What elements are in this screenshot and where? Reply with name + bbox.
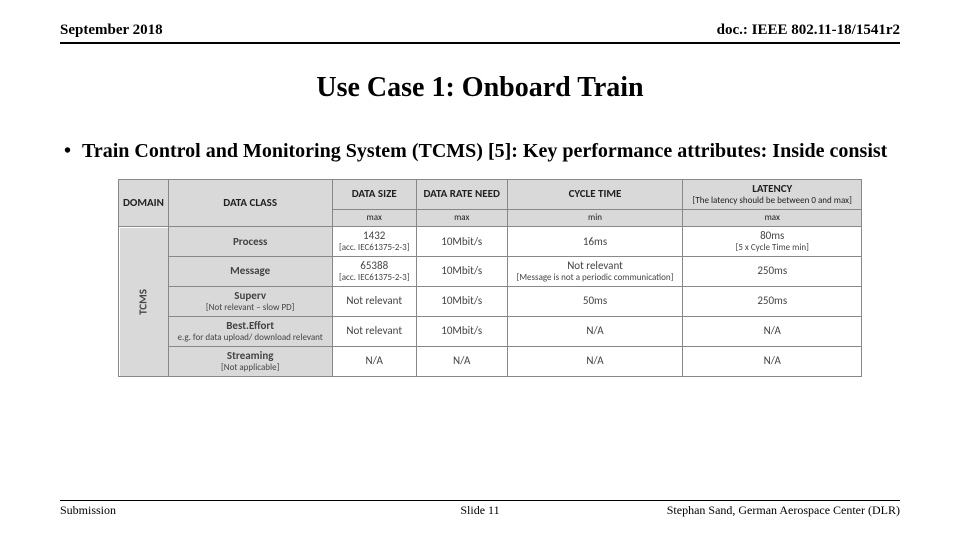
- lat-cell: N/A: [683, 347, 862, 377]
- size-cell: 1432 [acc. IEC61375-2-3]: [332, 227, 416, 257]
- slide-header: September 2018 doc.: IEEE 802.11-18/1541…: [60, 0, 900, 44]
- col-domain: DOMAIN: [119, 180, 169, 227]
- col-latency: LATENCY [The latency should be between 0…: [683, 180, 862, 210]
- lat-cell: 80ms [5 x Cycle Time min]: [683, 227, 862, 257]
- footer-slide-number: Slide 11: [460, 503, 499, 518]
- domain-label: TCMS: [119, 227, 169, 377]
- col-dataclass: DATA CLASS: [168, 180, 332, 227]
- sub-min: min: [507, 209, 683, 226]
- table-container: DOMAIN DATA CLASS DATA SIZE DATA RATE NE…: [118, 179, 862, 377]
- cycle-cell: N/A: [507, 347, 683, 377]
- header-date: September 2018: [60, 22, 163, 39]
- lat-cell: 250ms: [683, 257, 862, 287]
- class-cell: Message: [168, 257, 332, 287]
- rate-cell: N/A: [416, 347, 507, 377]
- sub-max1: max: [332, 209, 416, 226]
- footer-left: Submission: [60, 503, 116, 518]
- footer-author: Stephan Sand, German Aerospace Center (D…: [667, 503, 900, 518]
- size-cell: Not relevant: [332, 317, 416, 347]
- rate-cell: 10Mbit/s: [416, 227, 507, 257]
- rate-cell: 10Mbit/s: [416, 257, 507, 287]
- table-row: Superv [Not relevant – slow PD] Not rele…: [119, 287, 862, 317]
- size-cell: Not relevant: [332, 287, 416, 317]
- table-row: TCMS Process 1432 [acc. IEC61375-2-3] 10…: [119, 227, 862, 257]
- lat-cell: 250ms: [683, 287, 862, 317]
- table-row: Best.Effort e.g. for data upload/ downlo…: [119, 317, 862, 347]
- sub-max2: max: [416, 209, 507, 226]
- table-row: Message 65388 [acc. IEC61375-2-3] 10Mbit…: [119, 257, 862, 287]
- lat-cell: N/A: [683, 317, 862, 347]
- rate-cell: 10Mbit/s: [416, 287, 507, 317]
- size-cell: 65388 [acc. IEC61375-2-3]: [332, 257, 416, 287]
- slide-footer: Submission Slide 11 Stephan Sand, German…: [60, 500, 900, 518]
- cycle-cell: 50ms: [507, 287, 683, 317]
- class-cell: Best.Effort e.g. for data upload/ downlo…: [168, 317, 332, 347]
- rate-cell: 10Mbit/s: [416, 317, 507, 347]
- cycle-cell: 16ms: [507, 227, 683, 257]
- col-datasize: DATA SIZE: [332, 180, 416, 210]
- slide-title: Use Case 1: Onboard Train: [0, 72, 960, 104]
- header-docnum: doc.: IEEE 802.11-18/1541r2: [717, 22, 900, 39]
- table-header-row: DOMAIN DATA CLASS DATA SIZE DATA RATE NE…: [119, 180, 862, 210]
- tcms-table: DOMAIN DATA CLASS DATA SIZE DATA RATE NE…: [118, 179, 862, 377]
- size-cell: N/A: [332, 347, 416, 377]
- cycle-cell: N/A: [507, 317, 683, 347]
- sub-max3: max: [683, 209, 862, 226]
- col-cycletime: CYCLE TIME: [507, 180, 683, 210]
- cycle-cell: Not relevant [Message is not a periodic …: [507, 257, 683, 287]
- col-datarate: DATA RATE NEED: [416, 180, 507, 210]
- class-cell: Streaming [Not applicable]: [168, 347, 332, 377]
- class-cell: Process: [168, 227, 332, 257]
- bullet-main: Train Control and Monitoring System (TCM…: [82, 138, 890, 165]
- table-row: Streaming [Not applicable] N/A N/A N/A N…: [119, 347, 862, 377]
- class-cell: Superv [Not relevant – slow PD]: [168, 287, 332, 317]
